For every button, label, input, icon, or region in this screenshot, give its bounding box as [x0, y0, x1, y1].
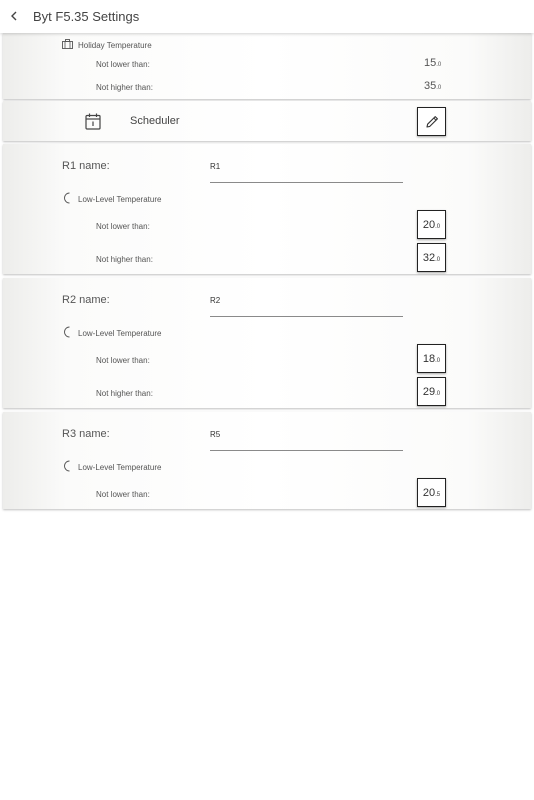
- holiday-min-dec: .0: [436, 62, 442, 68]
- calendar-icon: [85, 113, 101, 130]
- room-name-value: R2: [210, 296, 221, 305]
- low-level-heading: Low-Level Temperature: [78, 329, 162, 338]
- max-temp-dec: .0: [435, 256, 441, 263]
- moon-icon: [64, 460, 70, 472]
- min-temp-button[interactable]: 18.0: [417, 344, 446, 373]
- holiday-heading: Holiday Temperature: [78, 41, 152, 50]
- room-name-input[interactable]: R2: [210, 290, 403, 318]
- min-temp-dec: .0: [435, 223, 441, 230]
- max-temp-value: 32.0: [423, 252, 440, 264]
- max-temp-button[interactable]: 32.0: [417, 243, 446, 272]
- min-temp-int: 20: [422, 218, 436, 231]
- chevron-left-icon: [11, 11, 17, 21]
- max-temp-button[interactable]: 29.0: [417, 377, 446, 406]
- room-name-label: R3 name:: [62, 428, 110, 440]
- room-name-underline: [210, 450, 403, 451]
- scheduler-label: Scheduler: [130, 115, 180, 127]
- min-temp-dec: .5: [435, 491, 441, 498]
- room-name-input[interactable]: R5: [210, 424, 403, 452]
- max-temp-dec: .0: [435, 390, 441, 397]
- min-temp-value: 20.5: [423, 487, 440, 499]
- room-card-r3: R3 name: R5 Low-Level Temperature Not lo…: [3, 412, 531, 509]
- holiday-temperature-card: Holiday Temperature Not lower than: 15.0…: [3, 33, 531, 99]
- moon-icon: [64, 192, 70, 204]
- moon-icon: [64, 326, 70, 338]
- room-name-value: R1: [210, 162, 221, 171]
- scheduler-edit-button[interactable]: [417, 107, 446, 136]
- holiday-min-int: 15: [424, 57, 437, 69]
- holiday-min-value: 15.0: [424, 57, 441, 69]
- room-name-input[interactable]: R1: [210, 156, 403, 184]
- min-temp-label: Not lower than:: [96, 222, 150, 231]
- min-temp-label: Not lower than:: [96, 490, 150, 499]
- room-name-underline: [210, 182, 403, 183]
- pencil-icon: [425, 115, 438, 128]
- room-name-label: R1 name:: [62, 160, 110, 172]
- min-temp-value: 20.0: [423, 219, 440, 231]
- max-temp-value: 29.0: [423, 386, 440, 398]
- holiday-max-value: 35.0: [424, 80, 441, 92]
- scheduler-card: Scheduler: [3, 101, 531, 141]
- max-temp-label: Not higher than:: [96, 389, 153, 398]
- room-card-r2: R2 name: R2 Low-Level Temperature Not lo…: [3, 278, 531, 408]
- max-temp-int: 29: [422, 385, 436, 398]
- holiday-min-label: Not lower than:: [96, 60, 150, 69]
- min-temp-int: 20: [422, 486, 436, 499]
- low-level-heading: Low-Level Temperature: [78, 463, 162, 472]
- back-button[interactable]: [4, 6, 24, 26]
- room-name-value: R5: [210, 430, 221, 439]
- suitcase-icon: [62, 39, 73, 49]
- min-temp-label: Not lower than:: [96, 356, 150, 365]
- holiday-max-int: 35: [424, 80, 437, 92]
- page-title: Byt F5.35 Settings: [33, 9, 140, 24]
- low-level-heading: Low-Level Temperature: [78, 195, 162, 204]
- room-name-label: R2 name:: [62, 294, 110, 306]
- min-temp-int: 18: [422, 352, 436, 365]
- min-temp-button[interactable]: 20.0: [417, 210, 446, 239]
- min-temp-dec: .0: [435, 357, 441, 364]
- holiday-max-label: Not higher than:: [96, 83, 153, 92]
- holiday-max-dec: .0: [436, 85, 442, 91]
- max-temp-int: 32: [422, 251, 436, 264]
- top-app-bar: Byt F5.35 Settings: [0, 0, 534, 33]
- room-card-r1: R1 name: R1 Low-Level Temperature Not lo…: [3, 144, 531, 274]
- room-name-underline: [210, 316, 403, 317]
- min-temp-button[interactable]: 20.5: [417, 478, 446, 507]
- max-temp-label: Not higher than:: [96, 255, 153, 264]
- min-temp-value: 18.0: [423, 353, 440, 365]
